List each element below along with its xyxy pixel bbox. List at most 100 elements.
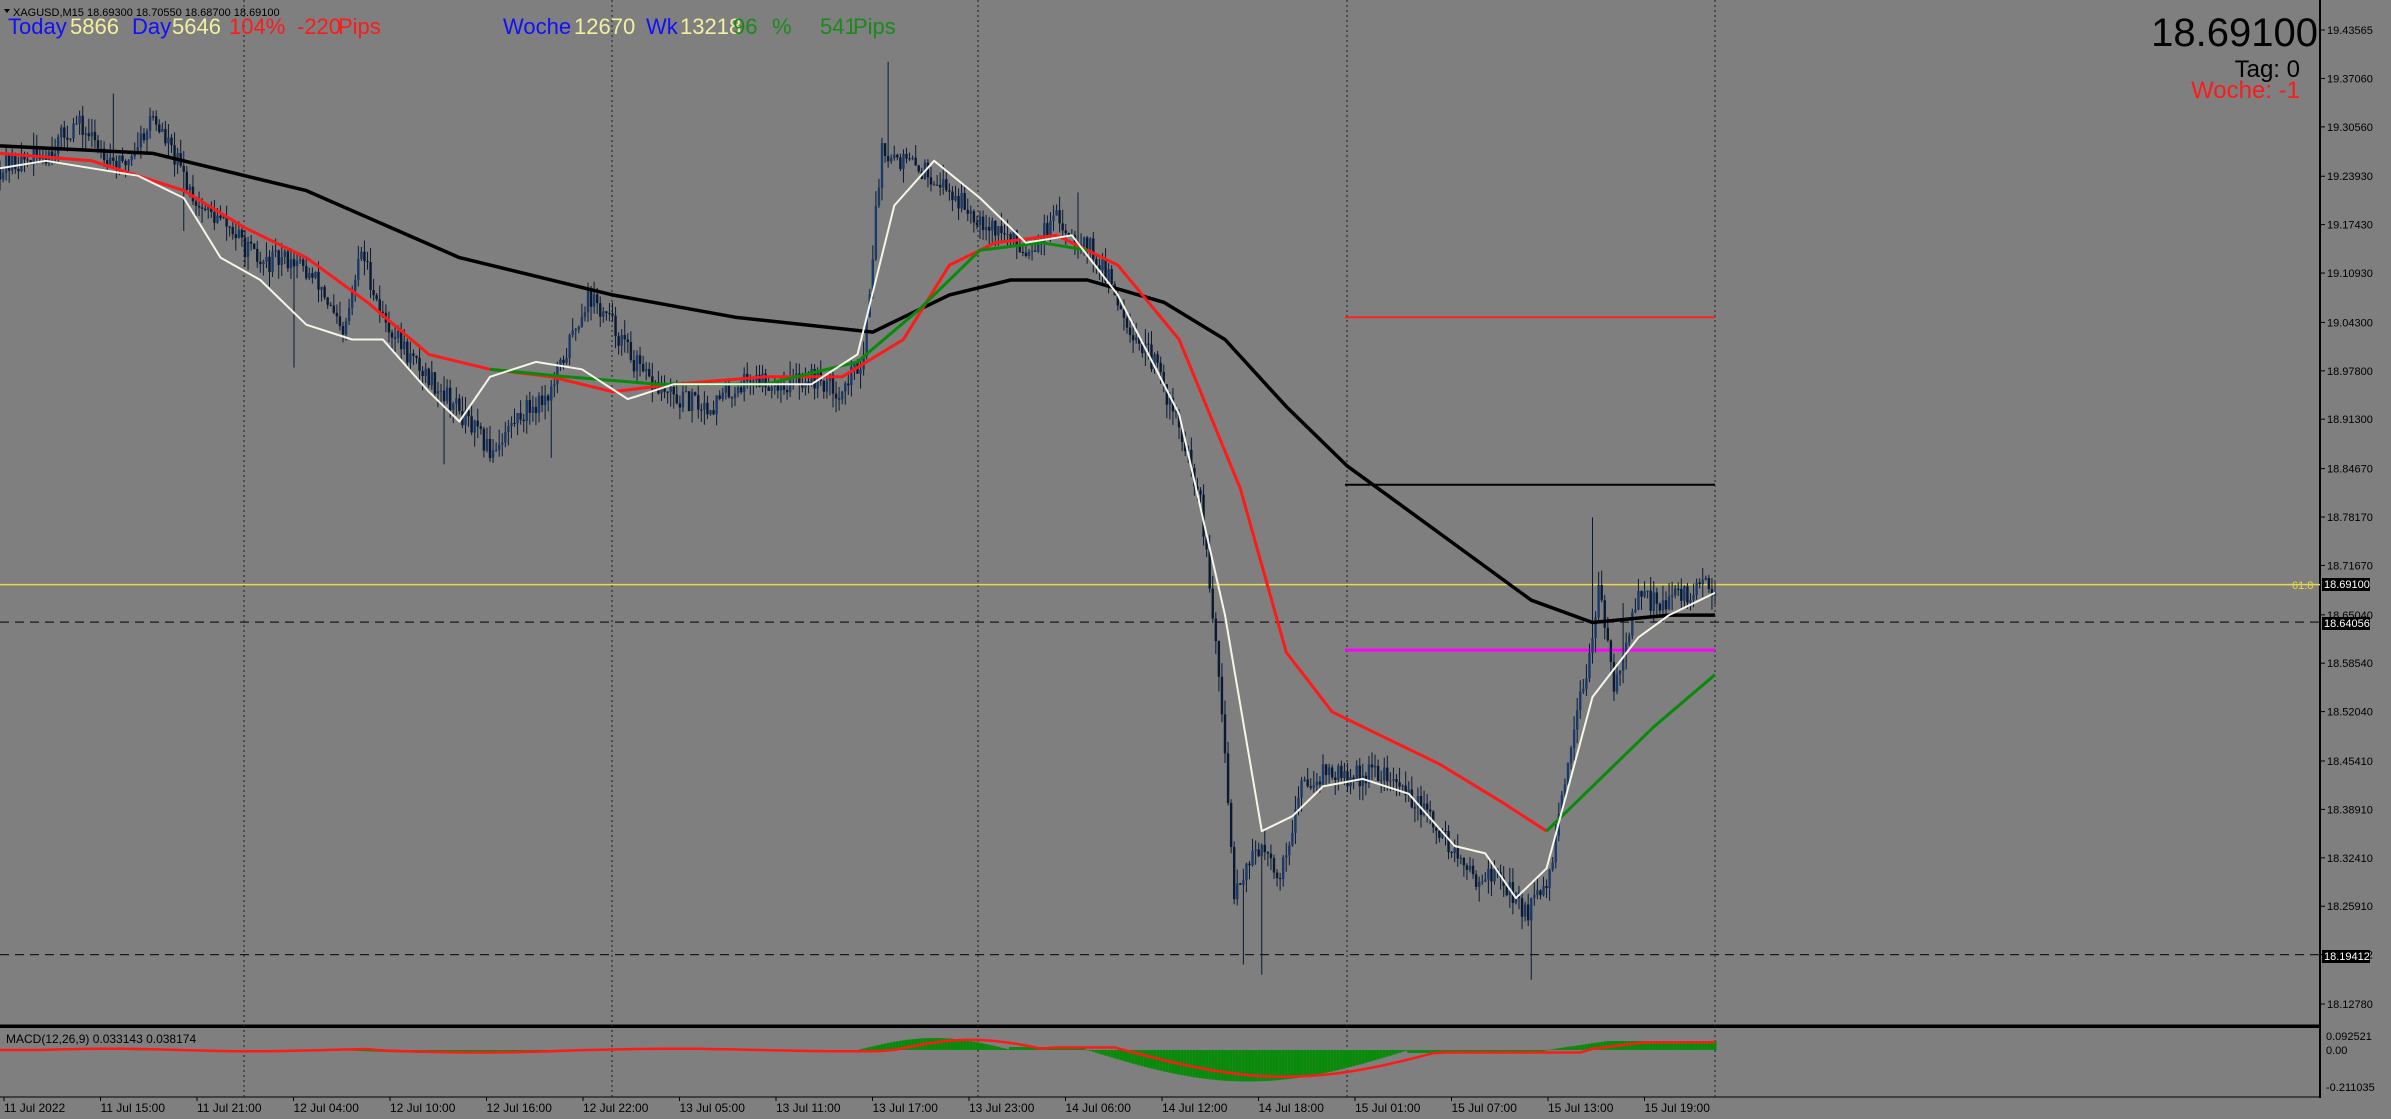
candle-body xyxy=(1312,785,1316,788)
candle-body xyxy=(1386,767,1389,782)
candle-body xyxy=(1453,848,1456,854)
candle-body xyxy=(599,303,602,317)
candle-body xyxy=(1462,857,1466,866)
candle-body xyxy=(568,334,571,358)
macd-histogram-bar xyxy=(1015,1047,1019,1050)
candle-body xyxy=(252,243,256,249)
candle-body xyxy=(1631,612,1634,636)
candle-body xyxy=(1254,849,1257,851)
macd-histogram-bar xyxy=(1336,1050,1340,1071)
time-label: 15 Jul 19:00 xyxy=(1645,1101,1711,1115)
candle-body xyxy=(1052,215,1055,222)
candle-body xyxy=(265,256,268,262)
candle-body xyxy=(1579,691,1582,711)
candle-body xyxy=(1003,233,1006,235)
candle-body xyxy=(1101,259,1104,271)
candle-body xyxy=(213,212,216,223)
time-label: 12 Jul 04:00 xyxy=(294,1101,360,1115)
candle-body xyxy=(145,131,149,141)
candle-body xyxy=(228,226,231,228)
main-chart-area[interactable] xyxy=(0,0,2320,1025)
candle-body xyxy=(424,368,427,376)
macd-histogram-bar xyxy=(1566,1046,1570,1050)
candle-body xyxy=(905,153,908,159)
chart-window[interactable]: XAGUSD,M15 18.69300 18.70550 18.68700 18… xyxy=(0,0,2391,1119)
macd-histogram-bar xyxy=(908,1039,912,1050)
macd-histogram-bar xyxy=(1205,1050,1209,1079)
candle-body xyxy=(574,329,577,331)
candle-body xyxy=(415,355,418,358)
macd-histogram-bar xyxy=(1085,1050,1089,1051)
candle-body xyxy=(957,195,960,209)
candle-body xyxy=(1021,252,1025,254)
candle-body xyxy=(1058,210,1061,224)
candle-body xyxy=(1297,797,1300,810)
macd-histogram-bar xyxy=(1551,1049,1555,1050)
candle-body xyxy=(344,320,348,335)
macd-histogram-bar xyxy=(1572,1045,1576,1050)
candle-body xyxy=(234,234,238,238)
candle-body xyxy=(749,380,752,382)
candle-body xyxy=(994,220,997,236)
candle-body xyxy=(1324,764,1328,776)
macd-histogram-bar xyxy=(1545,1050,1549,1051)
candle-body xyxy=(684,391,688,393)
macd-histogram-bar xyxy=(871,1046,875,1050)
candle-body xyxy=(1064,230,1067,234)
macd-histogram-bar xyxy=(1248,1050,1251,1082)
candle-body xyxy=(286,251,290,269)
candle-body xyxy=(1214,618,1218,642)
candle-body xyxy=(436,390,440,394)
candle-body xyxy=(378,299,381,312)
macd-histogram-bar xyxy=(1009,1047,1013,1050)
candle-body xyxy=(822,380,826,392)
candle-body xyxy=(329,304,332,306)
candle-body xyxy=(877,187,881,206)
candle-body xyxy=(1459,857,1463,859)
candle-body xyxy=(697,395,700,410)
candle-body xyxy=(951,191,954,201)
price-tick-label: 19.43565 xyxy=(2327,25,2373,37)
macd-histogram-bar xyxy=(1321,1050,1325,1074)
candle-body xyxy=(1698,582,1701,585)
price-tick-label: 18.45410 xyxy=(2327,756,2373,768)
macd-histogram-bar xyxy=(1238,1050,1242,1082)
candle-body xyxy=(1303,779,1306,781)
candle-body xyxy=(1487,868,1490,880)
candle-body xyxy=(105,160,109,165)
candle-body xyxy=(632,360,636,372)
macd-histogram-bar xyxy=(981,1043,985,1050)
candle-body xyxy=(1030,250,1034,252)
candle-body xyxy=(1061,223,1064,231)
macd-tick-bottom: -0.211035 xyxy=(2326,1082,2375,1094)
candle-body xyxy=(1536,890,1539,895)
candle-body xyxy=(893,154,896,159)
price-tick-label: 19.30560 xyxy=(2327,122,2373,134)
candle-body xyxy=(779,384,783,391)
candle-body xyxy=(954,195,957,201)
macd-histogram-bar xyxy=(1284,1050,1288,1080)
candle-body xyxy=(1425,803,1429,810)
candle-body xyxy=(142,133,146,141)
candle-body xyxy=(240,229,244,238)
candle-body xyxy=(1545,886,1548,889)
macd-histogram-bar xyxy=(1413,1050,1417,1053)
candle-body xyxy=(641,363,645,372)
candle-body xyxy=(1343,771,1346,779)
macd-histogram-bar xyxy=(1211,1050,1215,1080)
macd-histogram-bar xyxy=(1410,1050,1414,1053)
macd-histogram-bar xyxy=(868,1047,872,1050)
candle-body xyxy=(1269,853,1273,859)
candle-body xyxy=(1523,904,1527,917)
candle-body xyxy=(259,261,262,265)
candle-body xyxy=(669,387,672,392)
macd-histogram-bar xyxy=(886,1042,890,1050)
candle-body xyxy=(706,402,709,415)
macd-histogram-bar xyxy=(1244,1050,1248,1082)
macd-histogram-bar xyxy=(877,1044,881,1050)
candle-body xyxy=(614,315,617,337)
time-label: 14 Jul 12:00 xyxy=(1162,1101,1228,1115)
candle-body xyxy=(63,127,66,138)
wk-label: Wk xyxy=(646,14,679,39)
candle-body xyxy=(26,159,29,161)
